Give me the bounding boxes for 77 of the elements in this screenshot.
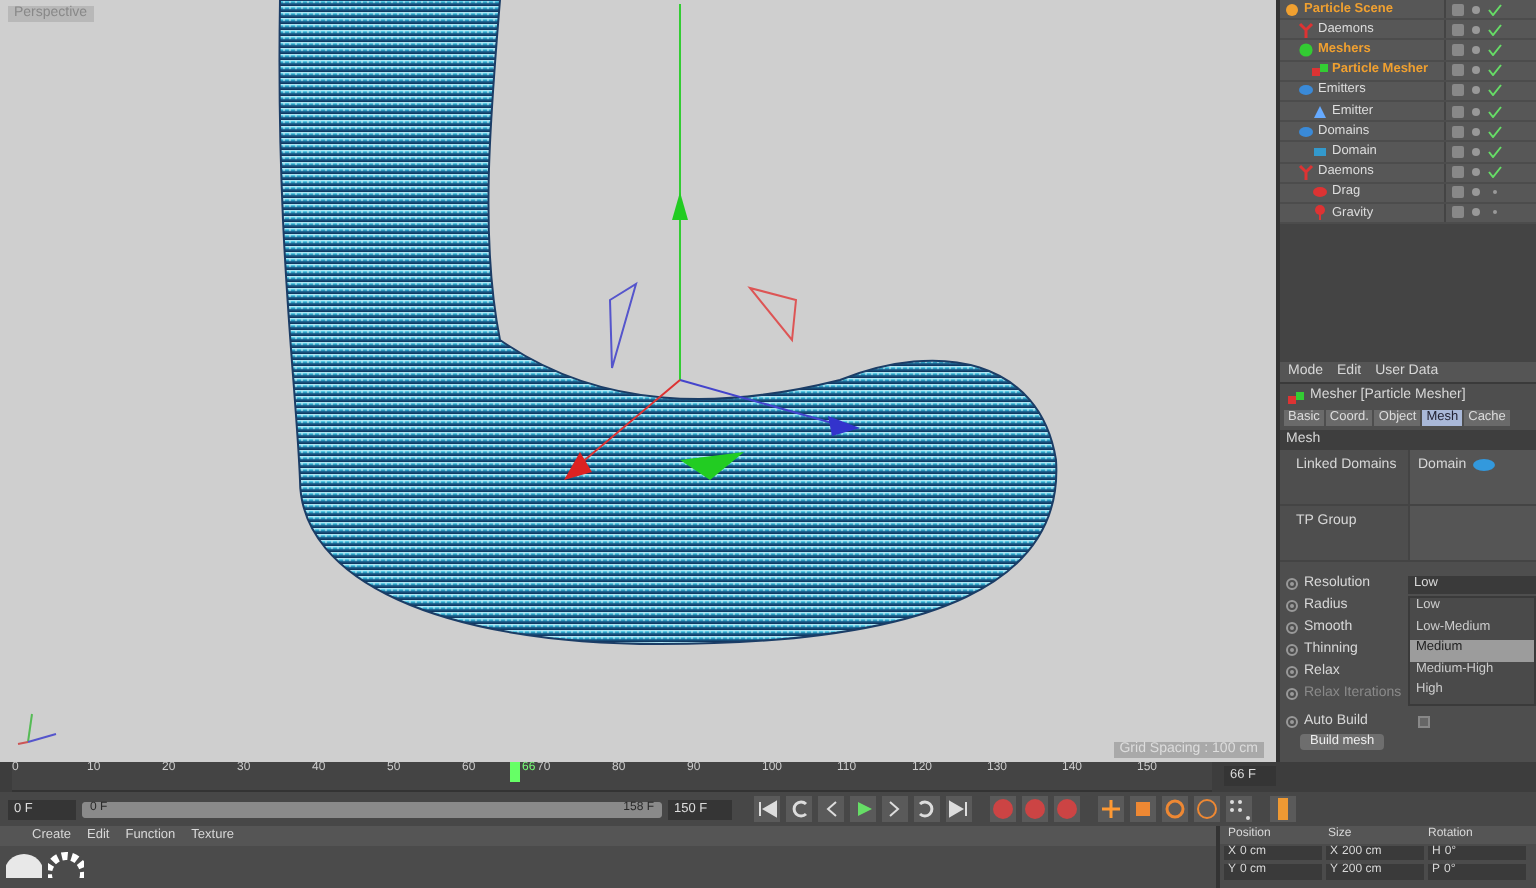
layer-square-icon[interactable] — [1452, 206, 1464, 219]
film-strip-button[interactable] — [1270, 796, 1296, 822]
checkbox[interactable] — [1418, 716, 1430, 729]
dot-icon[interactable] — [1488, 206, 1502, 219]
emitter-icon — [1312, 103, 1328, 120]
checkmark-icon[interactable] — [1488, 125, 1502, 138]
gravity-icon — [1312, 204, 1328, 221]
checkmark-icon[interactable] — [1488, 23, 1502, 36]
checkmark-icon[interactable] — [1488, 3, 1502, 16]
dot-icon — [1470, 23, 1482, 36]
checkmark-icon[interactable] — [1488, 43, 1502, 56]
daemon-icon — [1298, 164, 1314, 181]
dot-icon — [1470, 84, 1482, 97]
layer-square-icon[interactable] — [1452, 3, 1464, 16]
dot-icon — [1470, 145, 1482, 158]
dot-icon — [1470, 64, 1482, 77]
checkmark-icon[interactable] — [1488, 84, 1502, 97]
grid-dots-button[interactable] — [1226, 796, 1252, 822]
move-icon — [1100, 798, 1122, 820]
dot-icon — [1470, 186, 1482, 199]
checkmark-icon[interactable] — [1488, 145, 1502, 158]
skip-start-icon — [756, 798, 778, 820]
loop-button[interactable] — [914, 796, 940, 822]
layer-square-icon[interactable] — [1452, 84, 1464, 97]
record-icon — [992, 798, 1014, 820]
scene-icon — [1284, 1, 1300, 18]
p-button[interactable] — [1194, 796, 1220, 822]
rotate-icon — [1164, 798, 1186, 820]
checkmark-icon[interactable] — [1488, 64, 1502, 77]
axis-icon — [16, 710, 60, 746]
checkmark-icon[interactable] — [1488, 166, 1502, 179]
skip-start-button[interactable] — [754, 796, 780, 822]
dot-icon — [1470, 43, 1482, 56]
layer-square-icon[interactable] — [1452, 186, 1464, 199]
layer-square-icon[interactable] — [1452, 64, 1464, 77]
group-icon — [1298, 82, 1314, 99]
dot-icon — [1470, 125, 1482, 138]
step-back-button[interactable] — [786, 796, 812, 822]
film-strip-icon — [1272, 798, 1294, 820]
dot-icon[interactable] — [1488, 186, 1502, 199]
help-icon — [1056, 798, 1078, 820]
next-frame-button[interactable] — [882, 796, 908, 822]
domain-icon — [1472, 457, 1497, 472]
layer-square-icon[interactable] — [1452, 23, 1464, 36]
skip-end-icon — [948, 798, 970, 820]
rotate-button[interactable] — [1162, 796, 1188, 822]
play-icon — [852, 798, 874, 820]
mesher-icon — [1298, 41, 1314, 58]
loop-icon — [916, 798, 938, 820]
layer-square-icon[interactable] — [1452, 125, 1464, 138]
grid-dots-icon — [1228, 798, 1250, 820]
move-button[interactable] — [1098, 796, 1124, 822]
layer-square-icon[interactable] — [1452, 145, 1464, 158]
play-button[interactable] — [850, 796, 876, 822]
daemon-icon — [1298, 21, 1314, 38]
layer-square-icon[interactable] — [1452, 105, 1464, 118]
skip-end-button[interactable] — [946, 796, 972, 822]
scale-button[interactable] — [1130, 796, 1156, 822]
layer-square-icon[interactable] — [1452, 43, 1464, 56]
material-swatch-icon[interactable] — [48, 849, 84, 878]
layer-square-icon[interactable] — [1452, 166, 1464, 179]
checkmark-icon[interactable] — [1488, 105, 1502, 118]
scale-icon — [1132, 798, 1154, 820]
mesher-tag-icon — [1312, 62, 1328, 79]
dot-icon — [1470, 3, 1482, 16]
group-icon — [1298, 123, 1314, 140]
step-back-icon — [788, 798, 810, 820]
mesher-icon — [1288, 389, 1304, 406]
animate-icon[interactable] — [1286, 716, 1298, 729]
keyframe-icon — [1024, 798, 1046, 820]
p-icon — [1196, 798, 1218, 820]
material-swatch-icon[interactable] — [6, 849, 42, 878]
dot-icon — [1470, 166, 1482, 179]
previous-frame-button[interactable] — [818, 796, 844, 822]
dot-icon — [1470, 206, 1482, 219]
drag-icon — [1312, 184, 1328, 201]
dot-icon — [1470, 105, 1482, 118]
